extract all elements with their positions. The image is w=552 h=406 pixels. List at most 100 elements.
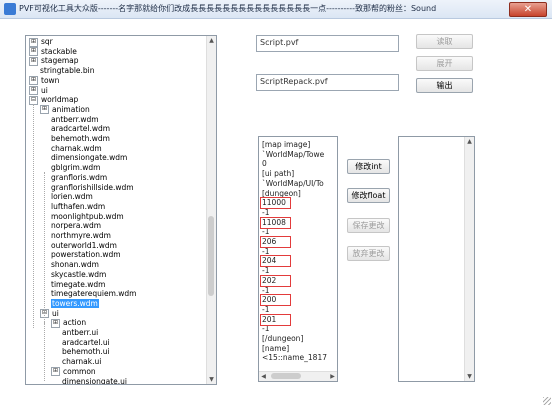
tree-item[interactable]: dimensiongate.ui [62, 377, 127, 385]
save-changes-button[interactable]: 保存更改 [347, 218, 390, 233]
expand-icon[interactable]: ⊞ [51, 318, 60, 328]
scroll-thumb[interactable] [271, 373, 301, 379]
tree-item[interactable]: granflorishillside.wdm [51, 183, 134, 193]
tree-item[interactable]: northmyre.wdm [51, 231, 111, 241]
scroll-left-icon[interactable]: ◀ [259, 372, 268, 381]
tree-item[interactable]: aradcartel.ui [62, 338, 110, 348]
tree-item[interactable]: dimensiongate.wdm [51, 153, 127, 163]
scroll-up-icon[interactable]: ▲ [465, 137, 474, 146]
modify-int-button[interactable]: 修改int [347, 159, 390, 174]
tree-item[interactable]: ⊞ stagemap [29, 56, 78, 66]
tree-guide-line [44, 321, 45, 381]
tree-item[interactable]: outerworld1.wdm [51, 241, 117, 251]
value-line[interactable]: `WorldMap/UI/To [262, 179, 324, 189]
tree-item[interactable]: ⊞ animation [40, 105, 90, 115]
secondary-list[interactable]: ▲ ▼ [398, 136, 475, 382]
title-bar[interactable]: PVF可视化工具大众版-------名字那就给你们改成長長長長長長長長長長長長長… [0, 0, 552, 19]
tree-item-label: behemoth.ui [62, 347, 110, 357]
scroll-thumb[interactable] [208, 216, 214, 296]
tree-item-label: stackable [41, 46, 77, 56]
expand-icon[interactable]: ⊞ [29, 56, 38, 66]
file-tree[interactable]: ▲ ▼ ⊞ sqr ⊞ stackable ⊞ stagemap stringtable.b… [25, 35, 217, 385]
tree-item-label: charnak.ui [62, 357, 102, 367]
modify-float-button[interactable]: 修改float [347, 188, 390, 203]
tree-item[interactable]: norpera.wdm [51, 221, 101, 231]
tree-vertical-scrollbar[interactable]: ▲ ▼ [206, 36, 216, 384]
tree-item[interactable]: lorien.wdm [51, 192, 93, 202]
tree-item[interactable]: charnak.wdm [51, 144, 102, 154]
tree-item-label: behemoth.wdm [51, 134, 110, 143]
tree-item[interactable]: shonan.wdm [51, 260, 99, 270]
tree-item-label: common [63, 366, 96, 376]
expand-icon[interactable]: ⊞ [29, 47, 38, 57]
value-line[interactable]: `WorldMap/Towe [262, 150, 324, 160]
scroll-down-icon[interactable]: ▼ [465, 372, 474, 381]
tree-item[interactable]: antberr.wdm [51, 115, 99, 125]
value-list-horizontal-scrollbar[interactable]: ◀ ▶ [259, 371, 337, 381]
expand-icon[interactable]: ⊞ [51, 367, 60, 377]
tree-item-label: towers.wdm [51, 298, 99, 308]
repack-path-field[interactable]: ScriptRepack.pvf [256, 74, 399, 91]
tree-item[interactable]: ⊟ ui [40, 309, 59, 319]
tree-item[interactable]: towers.wdm [51, 298, 99, 309]
value-list[interactable]: ◀ ▶ [map image] `WorldMap/Towe 0 [ui path] `… [258, 136, 338, 382]
tree-item-label: granflorishillside.wdm [51, 182, 134, 192]
tree-item[interactable]: moonlightpub.wdm [51, 212, 124, 222]
value-line[interactable]: [ui path] [262, 169, 294, 179]
value-line[interactable]: -1 [262, 324, 269, 334]
tree-item[interactable]: aradcartel.wdm [51, 124, 110, 134]
tree-item[interactable]: ⊞ ui [29, 86, 48, 96]
scroll-right-icon[interactable]: ▶ [328, 372, 337, 381]
tree-item[interactable]: timegaterequiem.wdm [51, 289, 137, 299]
expand-button[interactable]: 展开 [416, 56, 473, 71]
tree-item[interactable]: skycastle.wdm [51, 270, 106, 280]
tree-item-label: aradcartel.ui [62, 337, 110, 347]
tree-item[interactable]: timegate.wdm [51, 280, 105, 290]
scroll-up-icon[interactable]: ▲ [207, 36, 216, 45]
tree-item-label: timegate.wdm [51, 279, 106, 289]
tree-item-label: shonan.wdm [51, 260, 99, 270]
tree-item-label: lufthafen.wdm [51, 201, 106, 211]
tree-item[interactable]: ⊟ worldmap [29, 95, 78, 105]
value-line[interactable]: 0 [262, 159, 267, 169]
resize-grip-icon[interactable] [543, 397, 551, 405]
highlight-box [260, 197, 291, 210]
expand-icon[interactable]: ⊞ [29, 37, 38, 47]
value-line[interactable]: <15::name_1817 [262, 353, 327, 363]
value-line[interactable]: [/dungeon] [262, 334, 303, 344]
tree-item[interactable]: charnak.ui [62, 357, 101, 367]
highlight-box [260, 255, 291, 268]
tree-item[interactable]: ⊞ common [51, 367, 96, 377]
script-path-field[interactable]: Script.pvf [256, 35, 399, 52]
close-button[interactable]: ✕ [509, 2, 547, 17]
expand-icon[interactable]: ⊞ [29, 76, 38, 86]
tree-item[interactable]: antberr.ui [62, 328, 98, 338]
tree-item[interactable]: stringtable.bin [40, 66, 95, 76]
tree-item[interactable]: behemoth.ui [62, 347, 110, 357]
tree-item[interactable]: behemoth.wdm [51, 134, 110, 144]
discard-changes-button[interactable]: 放弃更改 [347, 246, 390, 261]
expand-icon[interactable]: ⊞ [29, 86, 38, 95]
tree-item[interactable]: ⊞ town [29, 76, 59, 86]
highlight-box [260, 294, 291, 307]
tree-item[interactable]: ⊞ action [51, 318, 86, 328]
tree-item-label: sqr [41, 37, 53, 46]
tree-item[interactable]: granfloris.wdm [51, 173, 107, 183]
app-icon [4, 3, 16, 15]
tree-item[interactable]: gblgrim.wdm [51, 163, 100, 173]
tree-item-label: stagemap [41, 56, 79, 66]
value-line[interactable]: [map image] [262, 140, 310, 150]
highlight-box [260, 274, 291, 287]
value-line[interactable]: [name] [262, 344, 289, 354]
scroll-down-icon[interactable]: ▼ [207, 375, 216, 384]
expand-icon[interactable]: ⊞ [40, 105, 49, 115]
tree-item[interactable]: ⊞ sqr [29, 37, 53, 47]
secondary-list-vertical-scrollbar[interactable]: ▲ ▼ [464, 137, 474, 381]
tree-item[interactable]: powerstation.wdm [51, 250, 121, 260]
tree-item-label: powerstation.wdm [51, 250, 121, 260]
output-button[interactable]: 输出 [416, 78, 473, 93]
read-button[interactable]: 读取 [416, 34, 473, 49]
tree-item[interactable]: lufthafen.wdm [51, 202, 105, 212]
tree-item-label: norpera.wdm [51, 221, 102, 231]
tree-item[interactable]: ⊞ stackable [29, 47, 77, 57]
